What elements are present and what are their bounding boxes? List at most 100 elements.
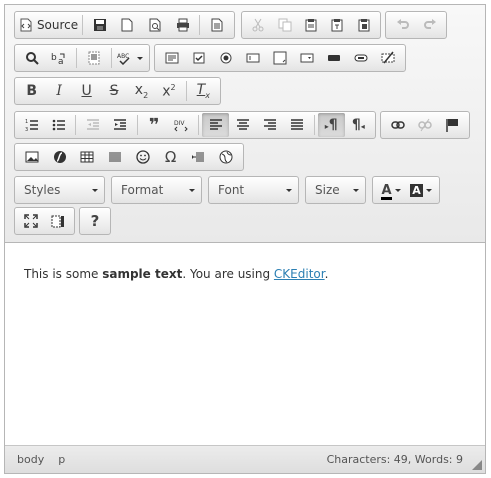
smiley-button[interactable] — [129, 145, 157, 169]
bg-color-button[interactable]: A — [406, 178, 436, 202]
maximize-button[interactable] — [18, 209, 45, 233]
toolbar-group-document: Source — [14, 11, 235, 39]
find-button[interactable] — [18, 46, 46, 70]
toolbar-group-basicstyles: B I U S x2 x2 Tx — [14, 77, 221, 105]
globe-icon — [219, 150, 233, 164]
help-icon: ? — [90, 212, 100, 230]
size-combo-label: Size — [315, 183, 340, 197]
justify-button[interactable] — [283, 113, 310, 137]
new-page-button[interactable] — [114, 13, 142, 37]
paste-word-button[interactable] — [351, 13, 377, 37]
bulleted-list-button[interactable] — [45, 113, 72, 137]
text-color-button[interactable]: A — [376, 178, 406, 202]
remove-format-button[interactable]: Tx — [190, 79, 217, 103]
blockquote-button[interactable]: ❞ — [141, 113, 168, 137]
ltr-icon: ▸¶ — [324, 117, 338, 133]
link-button[interactable] — [384, 113, 411, 137]
resize-handle[interactable] — [472, 460, 482, 470]
svg-text:3: 3 — [25, 127, 28, 132]
italic-icon: I — [56, 83, 62, 99]
underline-button[interactable]: U — [73, 79, 100, 103]
show-blocks-button[interactable] — [45, 209, 72, 233]
radio-button[interactable] — [212, 46, 239, 70]
separator — [185, 81, 187, 101]
increase-indent-button[interactable] — [106, 113, 133, 137]
toolbar-group-links — [380, 111, 470, 139]
path-item-p[interactable]: p — [58, 453, 65, 466]
image-button-button[interactable] — [348, 46, 375, 70]
font-combo[interactable]: Font — [208, 176, 299, 204]
redo-button[interactable] — [416, 13, 443, 37]
strike-button[interactable]: S — [100, 79, 127, 103]
anchor-button[interactable] — [439, 113, 466, 137]
svg-text:a: a — [58, 57, 64, 65]
preview-button[interactable] — [141, 13, 169, 37]
print-button[interactable] — [169, 13, 197, 37]
templates-icon — [210, 18, 224, 32]
save-icon — [93, 18, 107, 32]
textfield-button[interactable] — [239, 46, 266, 70]
omega-icon: Ω — [164, 148, 177, 166]
svg-text:DIV: DIV — [174, 120, 185, 127]
path-item-body[interactable]: body — [17, 453, 44, 466]
source-button[interactable]: Source — [18, 13, 79, 37]
align-center-icon — [236, 118, 250, 132]
save-button[interactable] — [86, 13, 114, 37]
styles-combo[interactable]: Styles — [14, 176, 105, 204]
status-bar: body p Characters: 49, Words: 9 — [5, 445, 485, 473]
button-icon — [327, 51, 341, 65]
align-left-button[interactable] — [201, 113, 230, 137]
superscript-button[interactable]: x2 — [155, 79, 182, 103]
ckeditor-link[interactable]: CKEditor — [274, 267, 325, 281]
undo-button[interactable] — [389, 13, 416, 37]
copy-button[interactable] — [271, 13, 297, 37]
italic-button[interactable]: I — [45, 79, 72, 103]
special-char-button[interactable]: Ω — [157, 145, 185, 169]
content-text: This is some — [24, 267, 103, 281]
subscript-button[interactable]: x2 — [128, 79, 155, 103]
editor-content[interactable]: This is some sample text. You are using … — [24, 267, 328, 281]
separator — [82, 15, 84, 35]
text-direction-ltr-button[interactable]: ▸¶ — [317, 113, 345, 137]
templates-button[interactable] — [203, 13, 231, 37]
spellcheck-button[interactable]: ABC — [115, 46, 146, 70]
chevron-down-icon — [92, 188, 98, 192]
align-center-button[interactable] — [229, 113, 256, 137]
paste-text-button[interactable] — [324, 13, 350, 37]
bold-button[interactable]: B — [18, 79, 45, 103]
form-icon — [165, 51, 179, 65]
textarea-button[interactable] — [266, 46, 293, 70]
toolbar-group-forms — [154, 44, 406, 72]
text-direction-rtl-button[interactable]: ¶◂ — [345, 113, 372, 137]
page-break-icon — [191, 150, 205, 164]
form-button[interactable] — [158, 46, 185, 70]
unlink-button[interactable] — [411, 113, 438, 137]
numbered-list-icon: 13 — [25, 118, 39, 132]
chevron-down-icon — [425, 188, 432, 192]
select-field-button[interactable] — [294, 46, 321, 70]
select-all-button[interactable] — [80, 46, 108, 70]
decrease-indent-button[interactable] — [79, 113, 106, 137]
numbered-list-button[interactable]: 13 — [18, 113, 45, 137]
table-button[interactable] — [74, 145, 102, 169]
hidden-field-button[interactable] — [375, 46, 402, 70]
size-combo[interactable]: Size — [305, 176, 366, 204]
checkbox-button[interactable] — [185, 46, 212, 70]
image-button[interactable] — [18, 145, 46, 169]
chevron-down-icon — [394, 188, 401, 192]
paste-icon — [304, 18, 318, 32]
create-div-button[interactable]: DIV — [168, 113, 195, 137]
flash-button[interactable] — [46, 145, 74, 169]
cut-button[interactable] — [245, 13, 271, 37]
about-button[interactable]: ? — [83, 209, 107, 233]
page-break-button[interactable] — [185, 145, 213, 169]
iframe-button[interactable] — [212, 145, 240, 169]
form-button-button[interactable] — [321, 46, 348, 70]
replace-button[interactable]: ba — [46, 46, 74, 70]
chevron-down-icon — [137, 56, 144, 60]
align-right-button[interactable] — [256, 113, 283, 137]
toolbar-group-find: ba ABC — [14, 44, 150, 72]
format-combo[interactable]: Format — [111, 176, 202, 204]
horizontal-rule-button[interactable] — [101, 145, 129, 169]
paste-button[interactable] — [298, 13, 324, 37]
